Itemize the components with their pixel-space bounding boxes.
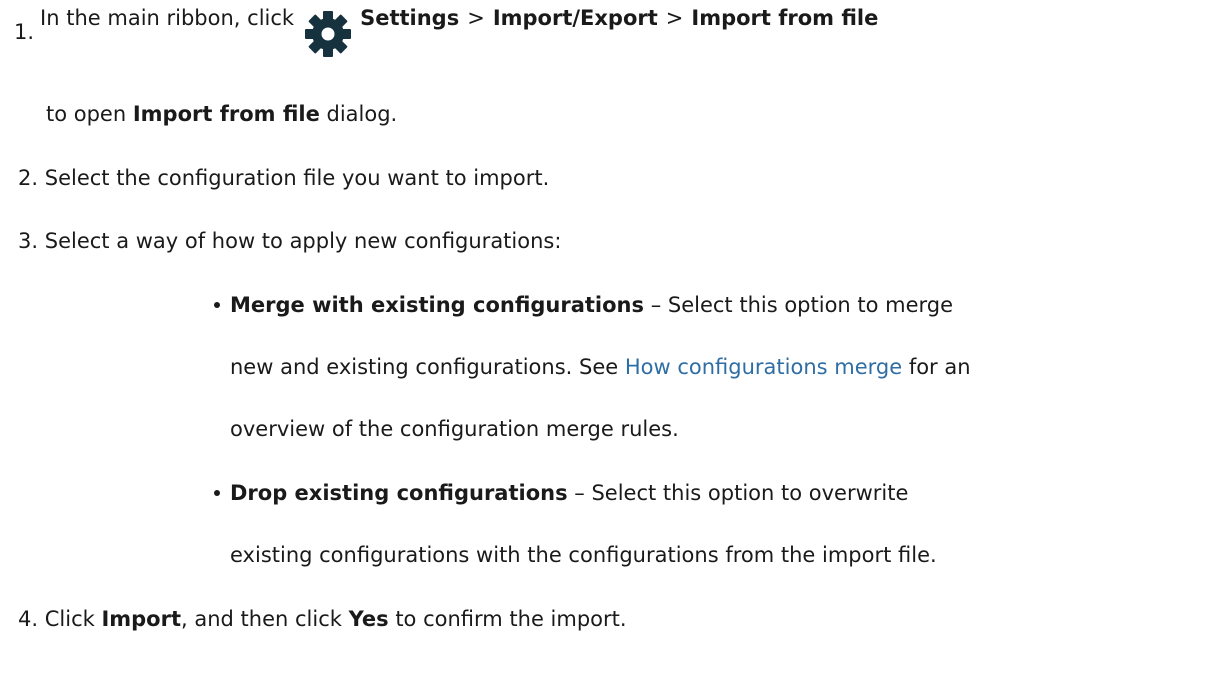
gear-icon bbox=[302, 8, 354, 60]
step-4-post: to confirm the import. bbox=[388, 607, 627, 631]
path-separator: > bbox=[665, 6, 684, 30]
option-merge-line-3: overview of the configuration merge rule… bbox=[230, 415, 679, 443]
bullet-icon bbox=[214, 302, 220, 308]
step-3-text: Select a way of how to apply new configu… bbox=[44, 229, 562, 253]
option-drop: Drop existing configurations – Select th… bbox=[214, 479, 908, 507]
document: 1. In the main ribbon, click Settings > … bbox=[0, 0, 1211, 683]
step-1-cont-bold: Import from file bbox=[132, 102, 320, 126]
option-line: Select this option to merge bbox=[667, 293, 954, 317]
option-title: Merge with existing configurations bbox=[230, 293, 645, 317]
option-merge: Merge with existing configurations – Sel… bbox=[214, 291, 953, 319]
step-1-continuation: to open Import from file dialog. bbox=[46, 100, 397, 128]
how-configurations-merge-link[interactable]: How configurations merge bbox=[625, 355, 902, 379]
option-title: Drop existing configurations bbox=[230, 481, 568, 505]
option-line: new and existing configurations. See bbox=[230, 355, 625, 379]
step-number: 1. bbox=[14, 20, 35, 44]
step-2: 2. Select the configuration file you wan… bbox=[18, 164, 549, 192]
path-separator: > bbox=[467, 6, 485, 30]
step-4-pre: Click bbox=[44, 607, 102, 631]
step-number: 2. bbox=[18, 166, 39, 190]
bullet-icon bbox=[214, 490, 220, 496]
option-drop-line-2: existing configurations with the configu… bbox=[230, 541, 937, 569]
option-dash: – bbox=[567, 481, 592, 505]
option-line: for an bbox=[902, 355, 971, 379]
option-line: Select this option to overwrite bbox=[591, 481, 909, 505]
step-1-intro: In the main ribbon, click bbox=[40, 6, 295, 30]
option-dash: – bbox=[644, 293, 668, 317]
step-1-cont-pre: to open bbox=[46, 102, 133, 126]
step-4-bold-yes: Yes bbox=[348, 607, 389, 631]
step-3: 3. Select a way of how to apply new conf… bbox=[18, 227, 561, 255]
path-import-export: Import/Export bbox=[492, 6, 658, 30]
option-line: overview of the configuration merge rule… bbox=[230, 417, 679, 441]
step-number: 3. bbox=[18, 229, 39, 253]
step-4-bold-import: Import bbox=[101, 607, 182, 631]
option-merge-line-2: new and existing configurations. See How… bbox=[230, 353, 971, 381]
path-import-from-file: Import from file bbox=[691, 6, 879, 30]
step-number: 4. bbox=[18, 607, 39, 631]
step-4: 4. Click Import, and then click Yes to c… bbox=[18, 605, 627, 633]
step-1: 1. In the main ribbon, click Settings > … bbox=[14, 6, 879, 57]
step-4-mid: , and then click bbox=[181, 607, 349, 631]
option-line: existing configurations with the configu… bbox=[230, 543, 937, 567]
path-settings: Settings bbox=[360, 6, 460, 30]
step-1-cont-post: dialog. bbox=[319, 102, 398, 126]
step-2-text: Select the configuration file you want t… bbox=[44, 166, 550, 190]
